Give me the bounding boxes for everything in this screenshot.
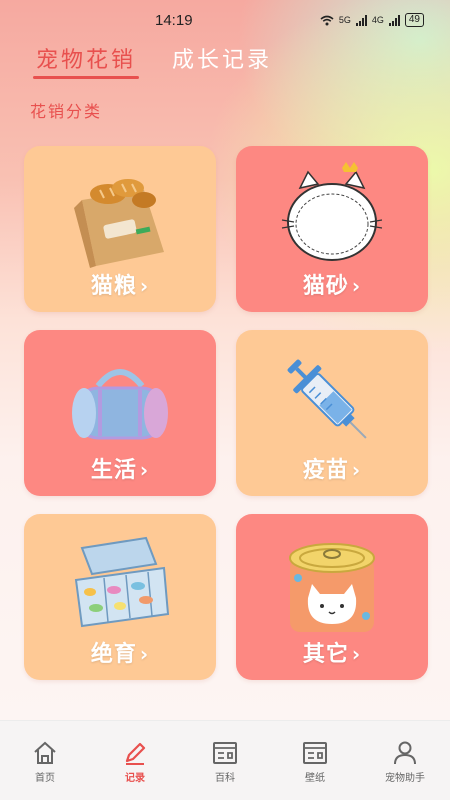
nav-label: 宠物助手 [385,773,425,784]
category-card-neutering[interactable]: 绝育 › [24,514,216,680]
wallpaper-icon [303,742,327,764]
battery-icon: 49 [404,13,424,27]
chevron-right-icon: › [139,274,150,298]
cat-litter-icon [281,162,383,261]
nav-label: 记录 [125,773,145,784]
encyclopedia-icon [213,742,237,764]
category-card-daily-life[interactable]: 生活 › [24,330,216,496]
category-card-other[interactable]: 其它 › [236,514,428,680]
network-label-4g: 4G [371,15,384,25]
tab-growth-records[interactable]: 成长记录 [172,42,272,74]
duffel-bag-icon [72,369,168,440]
home-icon [34,741,56,764]
category-card-cat-food[interactable]: 猫粮 › [24,146,216,312]
bottom-nav: 首页 记录 百科 壁纸 宠物助手 [0,720,450,800]
chevron-right-icon: › [351,458,362,482]
cat-can-icon [289,543,375,632]
status-icons: 5G 4G 49 [320,13,424,27]
category-label: 其它 › [302,642,362,667]
active-tab-indicator [33,76,139,79]
chevron-right-icon: › [351,642,362,666]
signal-icon [355,14,367,26]
nav-label: 百科 [215,773,235,784]
nav-pet-assistant[interactable]: 宠物助手 [360,721,450,800]
nav-records[interactable]: 记录 [90,721,180,800]
nav-encyclopedia[interactable]: 百科 [180,721,270,800]
tab-bar: 宠物花销 成长记录 [36,42,272,74]
pill-box-icon [74,536,170,628]
signal-icon-2 [388,14,400,26]
chevron-right-icon: › [139,642,150,666]
category-card-cat-litter[interactable]: 猫砂 › [236,146,428,312]
nav-label: 壁纸 [305,773,325,784]
pencil-icon [125,742,146,765]
user-icon [394,741,416,765]
nav-label: 首页 [35,773,55,784]
nav-wallpaper[interactable]: 壁纸 [270,721,360,800]
wifi-icon [320,15,334,25]
food-bag-icon [74,179,164,268]
nav-home[interactable]: 首页 [0,721,90,800]
category-label: 猫砂 › [302,274,362,299]
syringe-icon [287,359,367,439]
network-label-5g: 5G [338,15,351,25]
chevron-right-icon: › [351,274,362,298]
category-label: 生活 › [90,458,150,483]
category-label: 绝育 › [90,642,150,667]
status-time: 14:19 [155,12,193,29]
category-label: 疫苗 › [302,458,362,483]
tab-pet-expenses[interactable]: 宠物花销 [36,42,136,74]
category-label: 猫粮 › [90,274,150,299]
section-title: 花销分类 [30,102,103,121]
status-bar: 14:19 5G 4G 49 [0,0,450,40]
category-card-vaccine[interactable]: 疫苗 › [236,330,428,496]
chevron-right-icon: › [139,458,150,482]
